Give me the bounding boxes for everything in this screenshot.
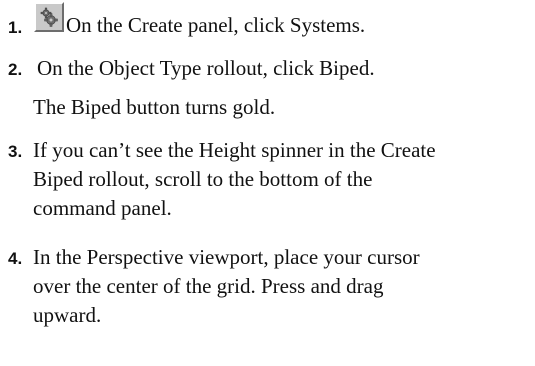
step-4-line-1: In the Perspective viewport, place your … xyxy=(33,245,420,269)
step-number: 3. xyxy=(8,142,23,161)
step-2: 2. On the Object Type rollout, click Bip… xyxy=(0,54,535,84)
step-number: 2. xyxy=(8,60,23,79)
step-number: 4. xyxy=(8,249,23,268)
note-text: The Biped button turns gold. xyxy=(33,95,276,119)
step-3-line-3: command panel. xyxy=(33,196,172,220)
step-3-line-1: If you can’t see the Height spinner in t… xyxy=(33,138,436,162)
step-4-line-3: upward. xyxy=(33,303,102,327)
step-2-text: On the Object Type rollout, click Biped. xyxy=(37,56,375,80)
step-1-text: On the Create panel, click Systems. xyxy=(66,13,366,37)
step-2-note: The Biped button turns gold. xyxy=(0,93,535,123)
step-3: 3. If you can’t see the Height spinner i… xyxy=(0,136,535,226)
step-3-line-2: Biped rollout, scroll to the bottom of t… xyxy=(33,167,373,191)
systems-gears-icon[interactable] xyxy=(34,2,64,32)
step-4: 4. In the Perspective viewport, place yo… xyxy=(0,243,535,333)
step-4-line-2: over the center of the grid. Press and d… xyxy=(33,274,384,298)
step-number: 1. xyxy=(8,18,23,37)
step-1: 1. On the Create panel, click Systems. xyxy=(0,0,535,40)
